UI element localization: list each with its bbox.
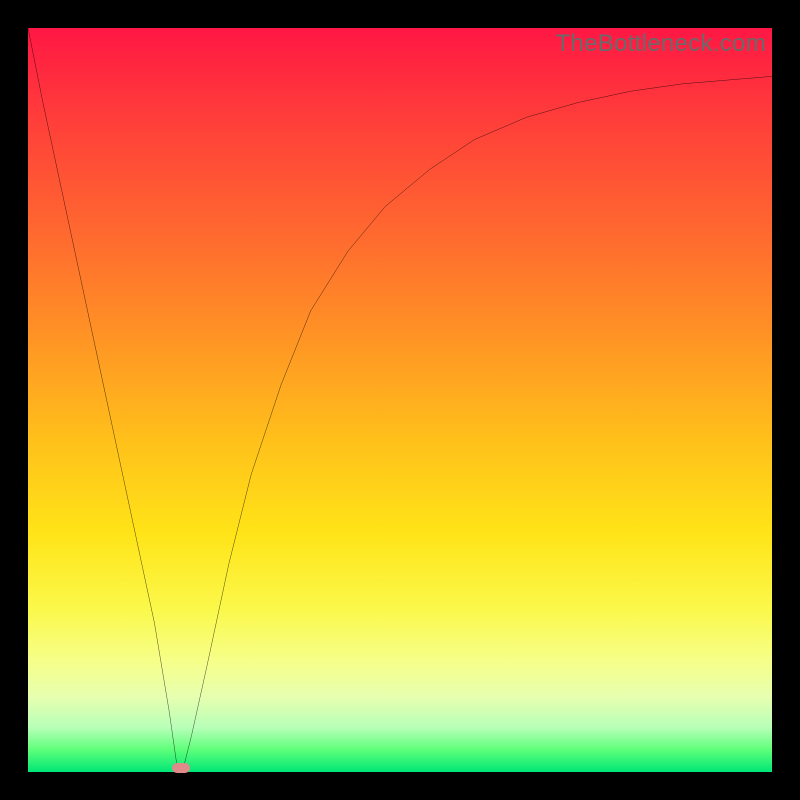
optimum-marker [172, 763, 190, 773]
plot-area: TheBottleneck.com [28, 28, 772, 772]
curve-path [28, 28, 772, 765]
chart-frame: TheBottleneck.com [0, 0, 800, 800]
bottleneck-curve [28, 28, 772, 772]
